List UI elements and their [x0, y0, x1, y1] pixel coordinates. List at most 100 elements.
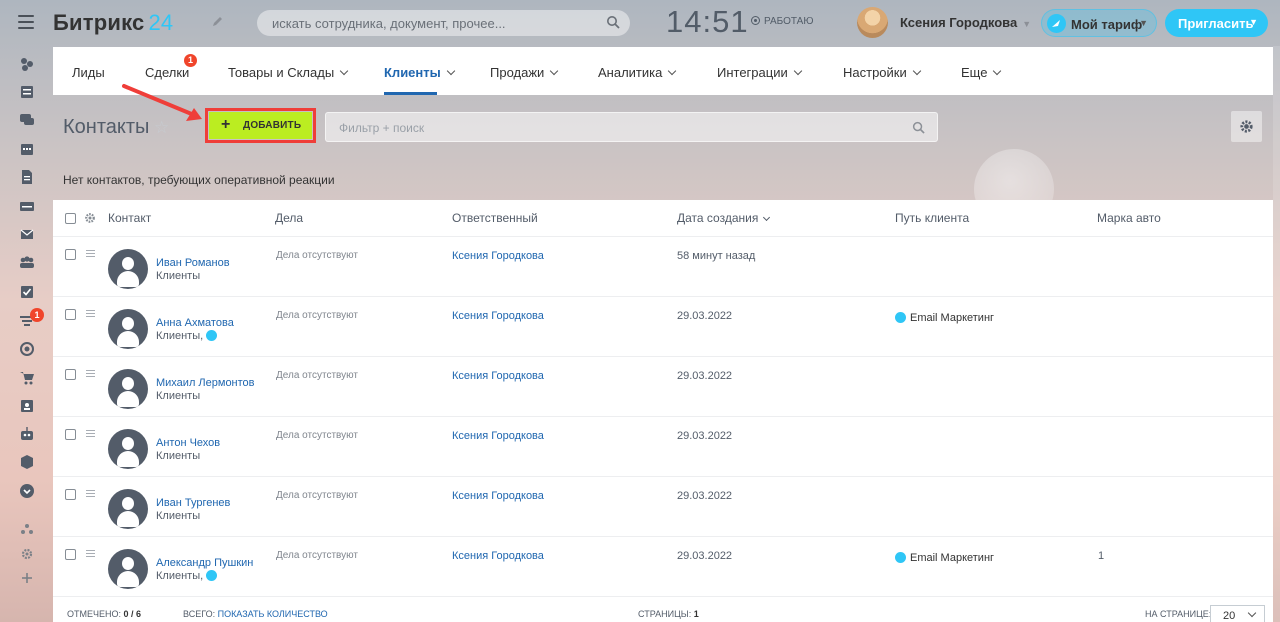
- contact-name-link[interactable]: Анна Ахматова: [156, 317, 234, 329]
- calendar-icon[interactable]: [19, 141, 35, 157]
- target-icon[interactable]: [19, 341, 35, 357]
- drag-handle-icon[interactable]: [86, 490, 95, 499]
- global-search-input[interactable]: искать сотрудника, документ, прочее...: [257, 10, 630, 36]
- contact-card-icon[interactable]: [19, 398, 35, 414]
- tab-leads[interactable]: Лиды: [72, 65, 105, 80]
- pencil-icon[interactable]: [212, 15, 224, 30]
- responsible-link[interactable]: Ксения Городкова: [452, 490, 544, 502]
- responsible-link[interactable]: Ксения Городкова: [452, 550, 544, 562]
- add-icon[interactable]: [19, 570, 35, 586]
- newspaper-icon[interactable]: [19, 84, 35, 100]
- user-menu[interactable]: Ксения Городкова ▼: [900, 15, 1031, 30]
- work-status[interactable]: РАБОТАЮ: [751, 16, 813, 27]
- drag-handle-icon[interactable]: [86, 310, 95, 319]
- contact-name-link[interactable]: Александр Пушкин: [156, 557, 253, 569]
- mail-icon[interactable]: [19, 226, 35, 242]
- search-icon[interactable]: [912, 121, 925, 137]
- table-row[interactable]: Александр Пушкин Клиенты, Дела отсутствуют…: [53, 537, 1273, 597]
- contact-name-link[interactable]: Иван Романов: [156, 257, 230, 269]
- search-icon[interactable]: [606, 15, 620, 32]
- settings-icon[interactable]: [19, 546, 35, 562]
- column-settings-gear-icon[interactable]: [84, 212, 96, 227]
- caret-down-icon: ▼: [1249, 17, 1258, 27]
- my-tariff-button[interactable]: Мой тариф ▼: [1041, 9, 1157, 37]
- chevron-down-icon: [912, 66, 921, 76]
- responsible-link[interactable]: Ксения Городкова: [452, 370, 544, 382]
- table-row[interactable]: Иван Романов Клиенты Дела отсутствуют Ксени…: [53, 237, 1273, 297]
- column-header-client-path[interactable]: Путь клиента: [895, 211, 969, 225]
- gear-icon: [1240, 120, 1253, 133]
- chevron-down-icon: [668, 66, 677, 76]
- active-tab-underline: [384, 92, 437, 95]
- tasks-icon[interactable]: [19, 284, 35, 300]
- column-header-label: Дата создания: [677, 211, 759, 225]
- drag-handle-icon[interactable]: [86, 550, 95, 559]
- responsible-link[interactable]: Ксения Городкова: [452, 250, 544, 262]
- tab-analytics[interactable]: Аналитика: [598, 65, 677, 80]
- tab-products-warehouses[interactable]: Товары и Склады: [228, 65, 349, 80]
- table-row[interactable]: Антон Чехов Клиенты Дела отсутствуют Ксения…: [53, 417, 1273, 477]
- chat-icon[interactable]: [19, 112, 35, 128]
- responsible-link[interactable]: Ксения Городкова: [452, 430, 544, 442]
- row-checkbox[interactable]: [65, 549, 76, 560]
- row-checkbox[interactable]: [65, 429, 76, 440]
- drag-handle-icon[interactable]: [86, 250, 95, 259]
- contact-name-link[interactable]: Михаил Лермонтов: [156, 377, 255, 389]
- column-header-deals[interactable]: Дела: [275, 211, 303, 225]
- add-contact-button[interactable]: + ДОБАВИТЬ: [209, 112, 312, 139]
- chevron-circle-icon[interactable]: [19, 483, 35, 499]
- caret-down-icon: ▼: [1139, 18, 1148, 28]
- contact-name-link[interactable]: Иван Тургенев: [156, 497, 230, 509]
- document-icon[interactable]: [19, 169, 35, 185]
- column-header-car-brand[interactable]: Марка авто: [1097, 211, 1161, 225]
- table-row[interactable]: Анна Ахматова Клиенты, Дела отсутствуют Ксе…: [53, 297, 1273, 357]
- cart-icon[interactable]: [19, 369, 35, 385]
- page-scrollbar[interactable]: [1273, 46, 1280, 622]
- clock[interactable]: 14:51: [666, 4, 749, 40]
- row-checkbox[interactable]: [65, 369, 76, 380]
- drive-icon[interactable]: [19, 198, 35, 214]
- invite-button[interactable]: Пригласить ▼: [1165, 9, 1268, 37]
- drag-handle-icon[interactable]: [86, 430, 95, 439]
- annotation-arrow-icon: [122, 84, 202, 121]
- filter-search-input[interactable]: Фильтр + поиск: [325, 112, 938, 142]
- select-all-checkbox[interactable]: [65, 213, 76, 224]
- column-header-contact[interactable]: Контакт: [108, 211, 151, 225]
- contact-avatar: [108, 249, 148, 289]
- structure-icon[interactable]: [19, 521, 35, 537]
- robot-icon[interactable]: [19, 426, 35, 442]
- tab-clients[interactable]: Клиенты: [384, 65, 455, 80]
- user-avatar[interactable]: [857, 7, 888, 38]
- logo[interactable]: Битрикс 24: [53, 10, 173, 36]
- column-header-created[interactable]: Дата создания: [677, 211, 771, 225]
- responsible-link[interactable]: Ксения Городкова: [452, 310, 544, 322]
- list-settings-button[interactable]: [1231, 111, 1262, 142]
- show-count-link[interactable]: ПОКАЗАТЬ КОЛИЧЕСТВО: [218, 609, 328, 619]
- contact-type: Клиенты: [156, 450, 200, 462]
- chat-bubble-icon: [895, 552, 906, 563]
- row-checkbox[interactable]: [65, 309, 76, 320]
- per-page-select[interactable]: 20: [1210, 605, 1265, 622]
- row-checkbox[interactable]: [65, 249, 76, 260]
- table-row[interactable]: Иван Тургенев Клиенты Дела отсутствуют Ксен…: [53, 477, 1273, 537]
- tab-sales[interactable]: Продажи: [490, 65, 559, 80]
- filter-placeholder: Фильтр + поиск: [339, 121, 425, 135]
- contact-name-link[interactable]: Антон Чехов: [156, 437, 220, 449]
- group-icon[interactable]: [19, 254, 35, 270]
- pages-value: 1: [693, 609, 699, 619]
- add-button-label: ДОБАВИТЬ: [243, 120, 302, 131]
- tab-deals[interactable]: Сделки: [145, 65, 189, 80]
- drag-handle-icon[interactable]: [86, 370, 95, 379]
- column-header-responsible[interactable]: Ответственный: [452, 211, 538, 225]
- tab-integrations[interactable]: Интеграции: [717, 65, 802, 80]
- menu-burger-icon[interactable]: [18, 15, 34, 29]
- contact-avatar: [108, 369, 148, 409]
- created-date: 58 минут назад: [677, 250, 756, 262]
- box-icon[interactable]: [19, 454, 35, 470]
- row-checkbox[interactable]: [65, 489, 76, 500]
- tab-more[interactable]: Еще: [961, 65, 1002, 80]
- tab-settings[interactable]: Настройки: [843, 65, 921, 80]
- created-date: 29.03.2022: [677, 430, 733, 442]
- sliders-icon[interactable]: [19, 56, 35, 72]
- table-row[interactable]: Михаил Лермонтов Клиенты Дела отсутствуют К…: [53, 357, 1273, 417]
